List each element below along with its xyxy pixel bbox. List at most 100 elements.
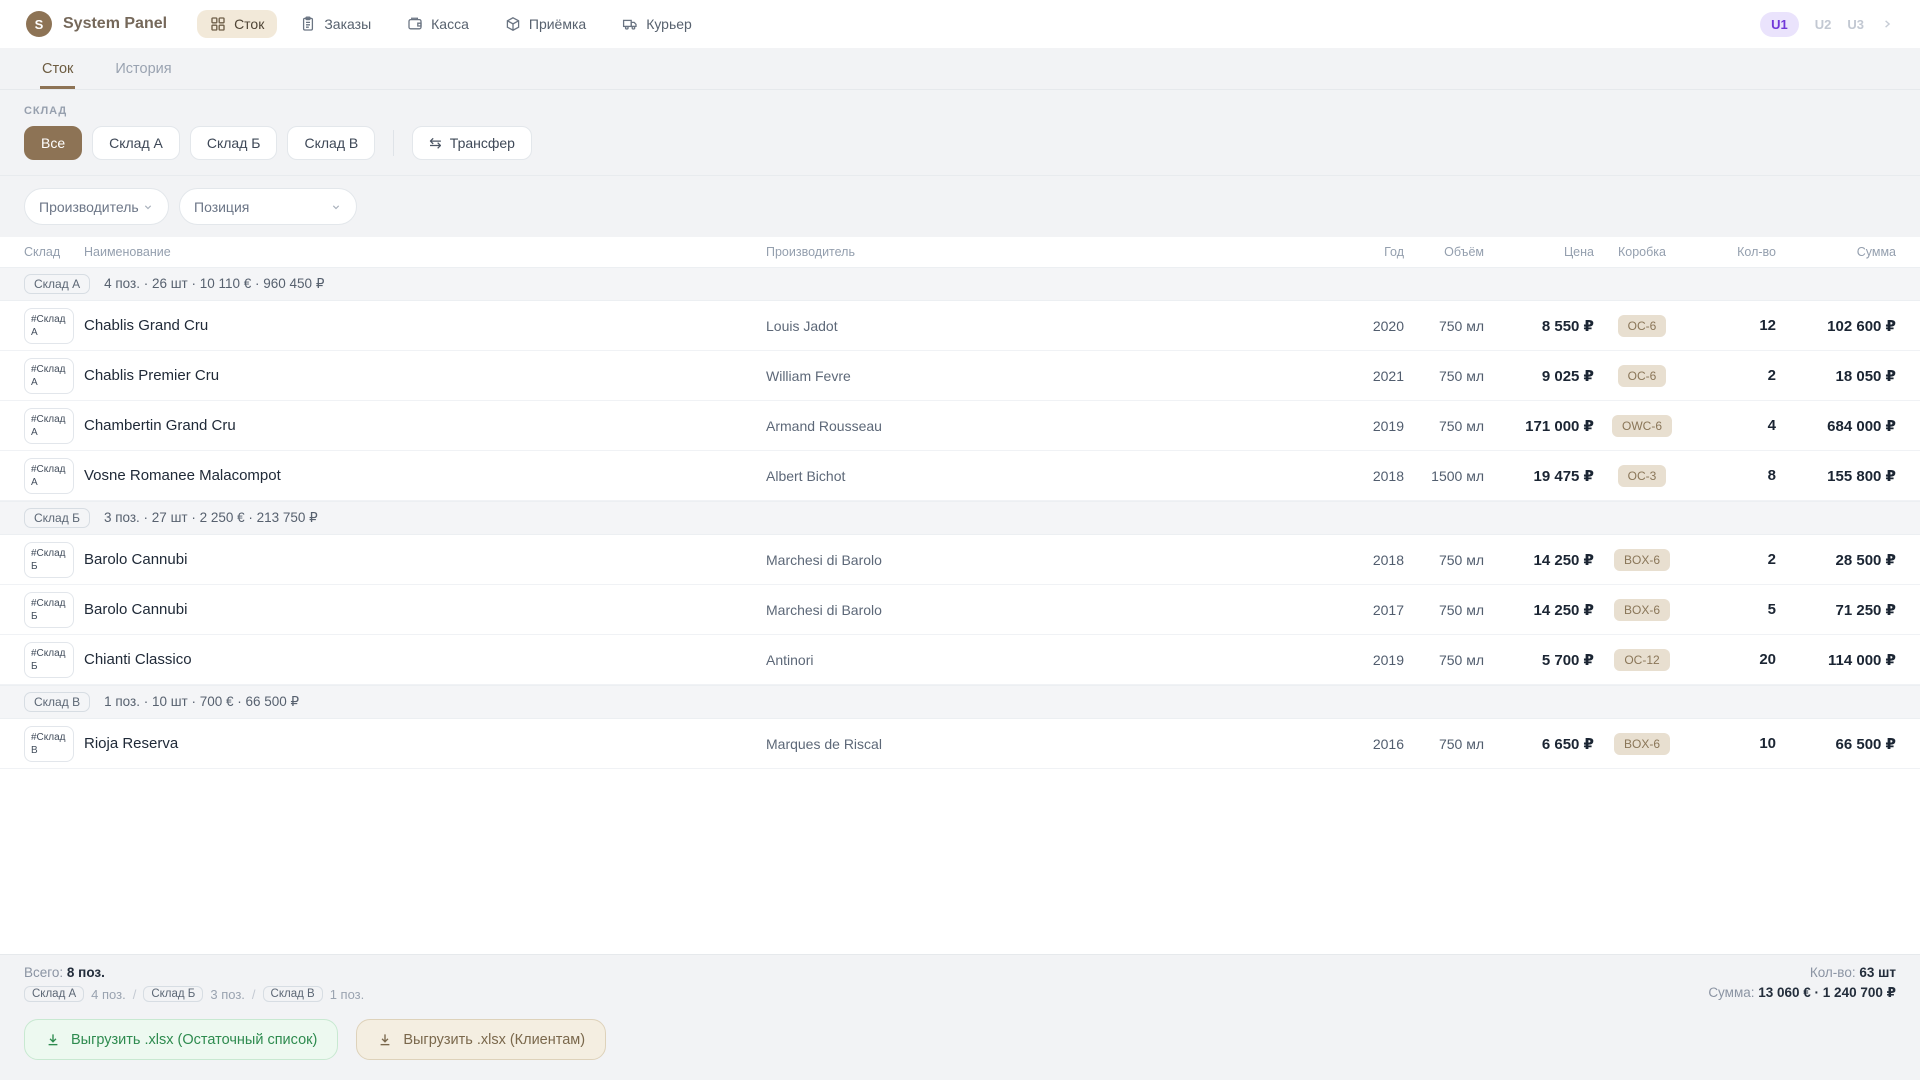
breakdown-count: 3 поз.	[210, 986, 245, 1002]
table-row[interactable]: #Склад А Chablis Grand Cru Louis Jadot 2020…	[0, 301, 1920, 351]
position-select-value: Позиция	[194, 198, 250, 215]
table-row[interactable]: #Склад А Vosne Romanee Malacompot Albert B…	[0, 451, 1920, 501]
table-row[interactable]: #Склад Б Chianti Classico Antinori 2019 750 …	[0, 635, 1920, 685]
item-sum: 684 000 ₽	[1827, 417, 1896, 435]
item-name: Rioja Reserva	[84, 735, 179, 752]
item-qty: 5	[1767, 601, 1776, 618]
summary-right: Кол-во: 63 шт Сумма: 13 060 € · 1 240 70…	[1708, 965, 1896, 1001]
position-select[interactable]: Позиция	[179, 188, 357, 225]
item-sum: 18 050 ₽	[1835, 367, 1896, 385]
table-row[interactable]: #Склад Б Barolo Cannubi Marchesi di Barolo…	[0, 535, 1920, 585]
group-stats: 4 поз. · 26 шт · 10 110 € · 960 450 ₽	[104, 276, 325, 291]
item-sum: 102 600 ₽	[1827, 317, 1896, 335]
item-name: Chablis Grand Cru	[84, 317, 209, 334]
tab-history[interactable]: История	[113, 48, 173, 89]
table-row[interactable]: #Склад В Rioja Reserva Marques de Riscal 20…	[0, 719, 1920, 769]
nav-item-courier[interactable]: Курьер	[609, 10, 705, 38]
breakdown-separator: /	[132, 986, 137, 1002]
warehouse-filter-b[interactable]: Склад Б	[189, 126, 278, 160]
user-pill-u1[interactable]: U1	[1760, 11, 1799, 37]
group-stats: 3 поз. · 27 шт · 2 250 € · 213 750 ₽	[103, 510, 318, 525]
producer-select[interactable]: Производитель	[24, 188, 169, 225]
item-qty: 2	[1767, 367, 1776, 384]
chevron-down-icon	[142, 201, 154, 213]
item-volume: 750 мл	[1438, 651, 1484, 668]
box-type-chip: OC-6	[1617, 314, 1667, 337]
tab-stock[interactable]: Сток	[40, 48, 76, 89]
item-box-cell: OC-6	[1594, 364, 1690, 387]
table-row[interactable]: #Склад А Chambertin Grand Cru Armand Rouss…	[0, 401, 1920, 451]
warehouse-cell: #Склад А	[24, 407, 84, 444]
item-year: 2018	[1372, 467, 1404, 484]
total-positions: Всего: 8 поз.	[24, 965, 364, 980]
warehouse-cell: #Склад В	[24, 725, 84, 762]
user-switcher: U1 U2 U3	[1760, 11, 1894, 37]
box-type-chip: OWC-6	[1612, 414, 1672, 437]
column-header-4: Год	[1384, 245, 1404, 259]
summary-left: Всего: 8 поз. Склад А 4 поз. / Склад Б 3 поз…	[24, 965, 364, 1002]
user-pill-u3[interactable]: U3	[1847, 17, 1864, 32]
chevron-right-icon[interactable]	[1880, 17, 1894, 31]
item-price: 9 025 ₽	[1541, 367, 1594, 385]
item-sum: 114 000 ₽	[1828, 651, 1896, 669]
table-row[interactable]: #Склад Б Barolo Cannubi Marchesi di Barolo…	[0, 585, 1920, 635]
item-box-cell: BOX-6	[1594, 548, 1690, 571]
item-sum: 66 500 ₽	[1835, 735, 1896, 753]
warehouse-cell: #Склад А	[24, 357, 84, 394]
breakdown-separator: /	[251, 986, 256, 1002]
grid-icon	[210, 16, 226, 32]
nav-item-cashier[interactable]: Касса	[394, 10, 482, 38]
nav-item-orders[interactable]: Заказы	[287, 10, 384, 38]
qty-value: 63 шт	[1859, 965, 1896, 980]
item-box-cell: OWC-6	[1594, 414, 1690, 437]
item-qty: 2	[1767, 551, 1776, 568]
item-sum: 28 500 ₽	[1835, 551, 1896, 569]
chevron-down-icon	[330, 201, 342, 213]
export-remaining-list-button[interactable]: Выгрузить .xlsx (Остаточный список)	[24, 1019, 339, 1060]
item-volume: 750 мл	[1438, 601, 1484, 618]
sum-value: 13 060 € · 1 240 700 ₽	[1758, 985, 1896, 1000]
nav-item-label: Заказы	[324, 16, 372, 32]
box-type-chip: OC-3	[1617, 464, 1667, 487]
table-row[interactable]: #Склад А Chablis Premier Cru William Fevre…	[0, 351, 1920, 401]
group-row: Склад А 4 поз. · 26 шт · 10 110 € · 960 4…	[0, 267, 1920, 301]
warehouse-filter-all[interactable]: Все	[24, 126, 83, 160]
warehouse-cell: #Склад А	[24, 307, 84, 344]
box-type-chip: OC-6	[1617, 364, 1667, 387]
item-price: 14 250 ₽	[1533, 551, 1594, 569]
warehouse-tag-badge: #Склад Б	[24, 541, 74, 578]
user-pill-u2[interactable]: U2	[1815, 17, 1832, 32]
transfer-button[interactable]: ⇆ Трансфер	[412, 126, 532, 160]
total-quantity: Кол-во: 63 шт	[1708, 965, 1896, 980]
table-header: Склад Наименование Производитель Год Объём Це…	[0, 237, 1920, 267]
item-producer: Armand Rousseau	[766, 417, 882, 434]
column-header-1: Склад	[24, 245, 61, 259]
warehouse-filter-v[interactable]: Склад В	[287, 126, 376, 160]
column-header-6: Цена	[1563, 245, 1594, 259]
truck-icon	[622, 16, 638, 32]
export-clients-button[interactable]: Выгрузить .xlsx (Клиентам)	[356, 1019, 607, 1060]
nav-item-stock[interactable]: Сток	[197, 10, 278, 38]
nav-item-label: Курьер	[646, 16, 692, 32]
item-producer: Antinori	[766, 651, 814, 668]
nav-item-receiving[interactable]: Приёмка	[492, 10, 599, 38]
warehouse-tag-badge: #Склад В	[24, 725, 74, 762]
column-header-8: Кол-во	[1737, 245, 1776, 259]
item-producer: Marchesi di Barolo	[766, 601, 882, 618]
group-warehouse-badge: Склад А	[24, 274, 91, 294]
item-box-cell: OC-3	[1594, 464, 1690, 487]
group-warehouse-badge: Склад Б	[24, 508, 90, 528]
total-sum: Сумма: 13 060 € · 1 240 700 ₽	[1708, 985, 1896, 1001]
item-producer: Louis Jadot	[766, 317, 838, 334]
item-box-cell: BOX-6	[1594, 598, 1690, 621]
warehouse-cell: #Склад Б	[24, 541, 84, 578]
item-box-cell: BOX-6	[1594, 732, 1690, 755]
dropdown-filters: Производитель Позиция	[0, 176, 1920, 237]
item-producer: Marchesi di Barolo	[766, 551, 882, 568]
warehouse-tag-badge: #Склад А	[24, 357, 74, 394]
item-name: Barolo Cannubi	[84, 551, 188, 568]
nav-item-label: Приёмка	[528, 16, 587, 32]
vertical-divider	[393, 130, 395, 156]
item-year: 2017	[1372, 601, 1404, 618]
warehouse-filter-a[interactable]: Склад А	[92, 126, 180, 160]
